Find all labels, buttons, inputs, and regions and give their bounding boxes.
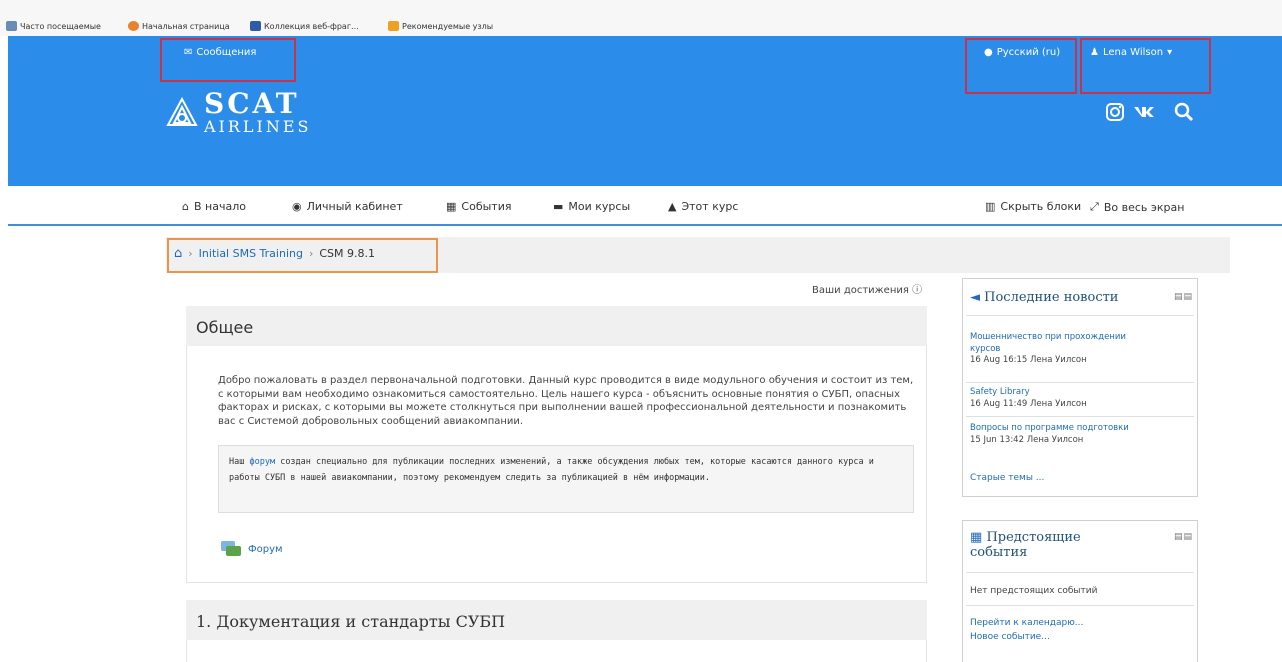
scat-emblem-icon [166, 96, 198, 126]
nav-label: Этот курс [681, 200, 739, 213]
section-title[interactable]: 1. Документация и стандарты СУБП [196, 612, 505, 631]
news-item[interactable]: Safety Library 16 Aug 11:49 Лена Уилсон [970, 387, 1087, 410]
forum-label: Форум [248, 543, 283, 555]
logo-text-scat: SCAT [204, 87, 300, 120]
block-controls-icon[interactable]: ▤▤ [1174, 292, 1193, 302]
instagram-icon[interactable] [1103, 101, 1127, 123]
news-item-date: 16 Aug 16:15 [970, 355, 1028, 365]
sitemap-icon: ▲ [668, 200, 677, 213]
highlight-box [160, 38, 296, 82]
nav-item-home[interactable]: ⌂ В начало [182, 200, 246, 213]
divider [966, 416, 1194, 417]
hide-blocks-label: Скрыть блоки [1000, 200, 1082, 213]
suggested-sites-icon [388, 21, 399, 31]
no-events-text: Нет предстоящих событий [970, 586, 1098, 596]
bookmark-web-slices[interactable]: Коллекция веб-фраг... [250, 21, 359, 31]
calendar-icon: ▦ [970, 530, 983, 545]
news-title-text: Последние новости [984, 290, 1119, 305]
bookmark-suggested-sites[interactable]: Рекомендуемые узлы [388, 21, 493, 31]
news-item-title: Вопросы по программе подготовки [970, 423, 1129, 433]
news-item-author: Лена Уилсон [1030, 398, 1087, 409]
nav-item-my-courses[interactable]: ▬ Мои курсы [553, 200, 630, 213]
older-topics-link[interactable]: Старые темы ... [970, 473, 1044, 483]
nav-label: Личный кабинет [306, 200, 403, 213]
forum-icon [220, 540, 242, 558]
bookmark-start-page[interactable]: Начальная страница [128, 21, 230, 31]
divider [966, 572, 1194, 573]
notice-text: Наш [229, 457, 250, 467]
search-icon[interactable] [1172, 101, 1196, 123]
nav-label: События [461, 200, 512, 213]
nav-item-events[interactable]: ▦ События [446, 200, 511, 213]
course-intro-text: Добро пожаловать в раздел первоначальной… [218, 375, 914, 427]
calendar-icon: ▦ [446, 200, 457, 213]
webslice-icon [250, 21, 261, 31]
divider [966, 382, 1194, 383]
dashboard-icon: ◉ [292, 200, 302, 213]
bookmark-label: Рекомендуемые узлы [402, 21, 494, 31]
courses-icon: ▬ [553, 200, 564, 213]
achievements-link[interactable]: Ваши достижения ⓘ [812, 281, 922, 296]
bookmark-label: Часто посещаемые [20, 21, 101, 31]
highlight-box [965, 38, 1077, 94]
highlight-box [167, 238, 438, 273]
bookmark-label: Начальная страница [142, 21, 230, 31]
fullscreen-label: Во весь экран [1103, 200, 1185, 214]
divider [966, 605, 1194, 606]
bookmark-label: Коллекция веб-фраг... [264, 21, 359, 31]
events-title-text: события [970, 545, 1028, 560]
nav-label: В начало [193, 200, 246, 213]
hide-blocks-button[interactable]: ▥ Скрыть блоки [985, 200, 1081, 213]
news-item-title: Safety Library [970, 387, 1030, 397]
forum-activity[interactable]: Форум [220, 540, 283, 558]
news-item-title: Мошенничество при прохождении [970, 332, 1126, 342]
notice-text: создан специально для публикации последн… [229, 457, 874, 483]
section-general-header [186, 306, 927, 346]
block-controls-icon[interactable]: ▤▤ [1174, 532, 1193, 542]
news-item-title: курсов [970, 343, 1001, 354]
news-block-title: ◄ Последние новости [970, 290, 1118, 305]
events-title-text: Предстоящие [986, 530, 1081, 545]
megaphone-icon: ◄ [970, 290, 980, 305]
divider [966, 315, 1194, 316]
expand-icon: ⤢ [1090, 200, 1099, 213]
news-item-author: Лена Уилсон [1030, 355, 1087, 365]
vk-icon[interactable] [1132, 101, 1156, 123]
news-item-date: 15 Jun 13:42 [970, 434, 1024, 445]
nav-item-dashboard[interactable]: ◉ Личный кабинет [292, 200, 403, 213]
news-item[interactable]: Мошенничество при прохождении курсов 16 … [970, 332, 1126, 367]
logo-text-airlines: AIRLINES [204, 117, 312, 136]
columns-icon: ▥ [985, 200, 996, 213]
bookmark-most-visited[interactable]: Часто посещаемые [6, 21, 101, 31]
news-item-date: 16 Aug 11:49 [970, 398, 1028, 409]
forum-notice: Наш форум создан специально для публикац… [218, 445, 914, 513]
go-to-calendar-link[interactable]: Перейти к календарю... [970, 618, 1083, 628]
events-block-title: ▦ Предстоящие события [970, 530, 1081, 560]
achievements-label: Ваши достижения [812, 285, 909, 296]
new-event-link[interactable]: Новое событие... [970, 632, 1050, 642]
highlight-box [1080, 38, 1211, 94]
news-item[interactable]: Вопросы по программе подготовки 15 Jun 1… [970, 423, 1129, 446]
help-icon: ⓘ [912, 285, 923, 296]
nav-label: Мои курсы [568, 200, 631, 213]
news-item-author: Лена Уилсон [1026, 434, 1084, 445]
bookmarks-bar: Часто посещаемые Начальная страница Колл… [0, 0, 1282, 36]
nav-item-this-course[interactable]: ▲ Этот курс [668, 200, 738, 213]
section-title: Общее [196, 318, 254, 337]
forum-inline-link[interactable]: форум [249, 457, 275, 467]
firefox-icon [128, 21, 139, 31]
site-logo[interactable]: SCAT AIRLINES [166, 90, 312, 135]
bookmarks-icon [6, 21, 17, 31]
home-icon: ⌂ [182, 200, 189, 213]
fullscreen-button[interactable]: ⤢ Во весь экран [1090, 200, 1184, 214]
